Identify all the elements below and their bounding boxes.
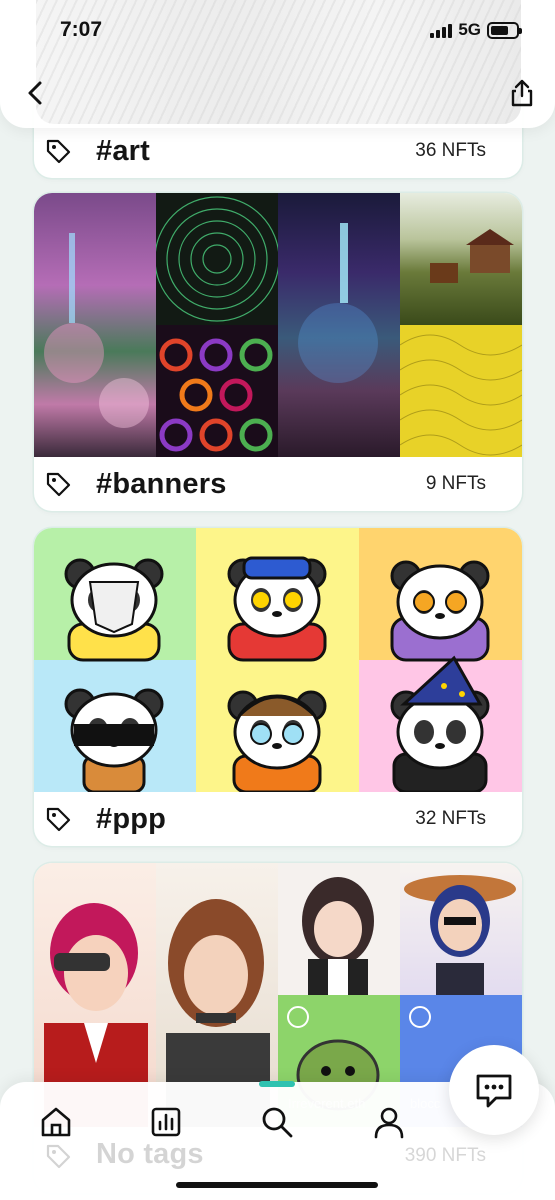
- share-button[interactable]: [507, 78, 537, 108]
- tag-icon: [46, 139, 71, 164]
- nft-thumbnail[interactable]: [400, 325, 522, 457]
- nft-label-irreverent: Irreverent.eth: [288, 1096, 366, 1111]
- nft-thumbnail[interactable]: [156, 193, 278, 325]
- screen: 7:07 5G #art 36 NFTs #banners 9 NFTs #pp…: [0, 0, 555, 1200]
- status-indicators: 5G: [430, 20, 522, 40]
- tag-card-ppp[interactable]: #ppp 32 NFTs: [34, 528, 522, 846]
- tag-name: No tags: [96, 1138, 204, 1170]
- tag-count: 36 NFTs: [415, 140, 486, 161]
- nft-thumbnail[interactable]: [156, 325, 278, 457]
- nft-thumbnail[interactable]: [400, 863, 522, 995]
- chat-icon: [476, 1074, 512, 1108]
- nft-thumbnail[interactable]: [278, 863, 400, 995]
- chevron-left-icon: [28, 81, 42, 105]
- battery-icon: [487, 21, 522, 39]
- tag-icon: [46, 807, 71, 832]
- tag-footer-no-tags: No tags 390 NFTs: [34, 1128, 522, 1182]
- tag-footer: #ppp 32 NFTs: [34, 792, 522, 846]
- tag-count: 390 NFTs: [404, 1145, 486, 1166]
- tag-count: 32 NFTs: [415, 808, 486, 829]
- share-icon: [511, 79, 533, 107]
- signal-icon: [430, 22, 453, 38]
- home-indicator: [176, 1182, 378, 1188]
- tag-footer: #banners 9 NFTs: [34, 457, 522, 511]
- panda-illustrations: [64, 556, 490, 792]
- tag-icon: [46, 1144, 71, 1169]
- tag-name: #banners: [96, 467, 227, 500]
- tag-name: #ppp: [96, 802, 167, 835]
- tag-count: 9 NFTs: [425, 473, 486, 494]
- header-cover-image: [36, 0, 521, 124]
- tag-card-banners[interactable]: #banners 9 NFTs: [34, 193, 522, 511]
- nft-grid: [34, 193, 522, 457]
- network-label: 5G: [458, 20, 481, 39]
- scroll-indicator: [259, 1081, 295, 1087]
- chat-button[interactable]: [449, 1045, 539, 1135]
- nft-grid: [34, 528, 522, 792]
- tag-icon: [46, 472, 71, 497]
- tag-footer: #art 36 NFTs: [34, 124, 522, 178]
- back-button[interactable]: [22, 78, 52, 108]
- tag-name: #art: [96, 134, 150, 167]
- nft-thumbnail[interactable]: [278, 193, 400, 457]
- nft-thumbnail[interactable]: [400, 193, 522, 325]
- nft-label-blocc: blocc: [410, 1096, 441, 1111]
- top-header: 7:07 5G: [0, 0, 555, 128]
- status-time: 7:07: [60, 18, 103, 41]
- nft-thumbnail[interactable]: [34, 193, 156, 457]
